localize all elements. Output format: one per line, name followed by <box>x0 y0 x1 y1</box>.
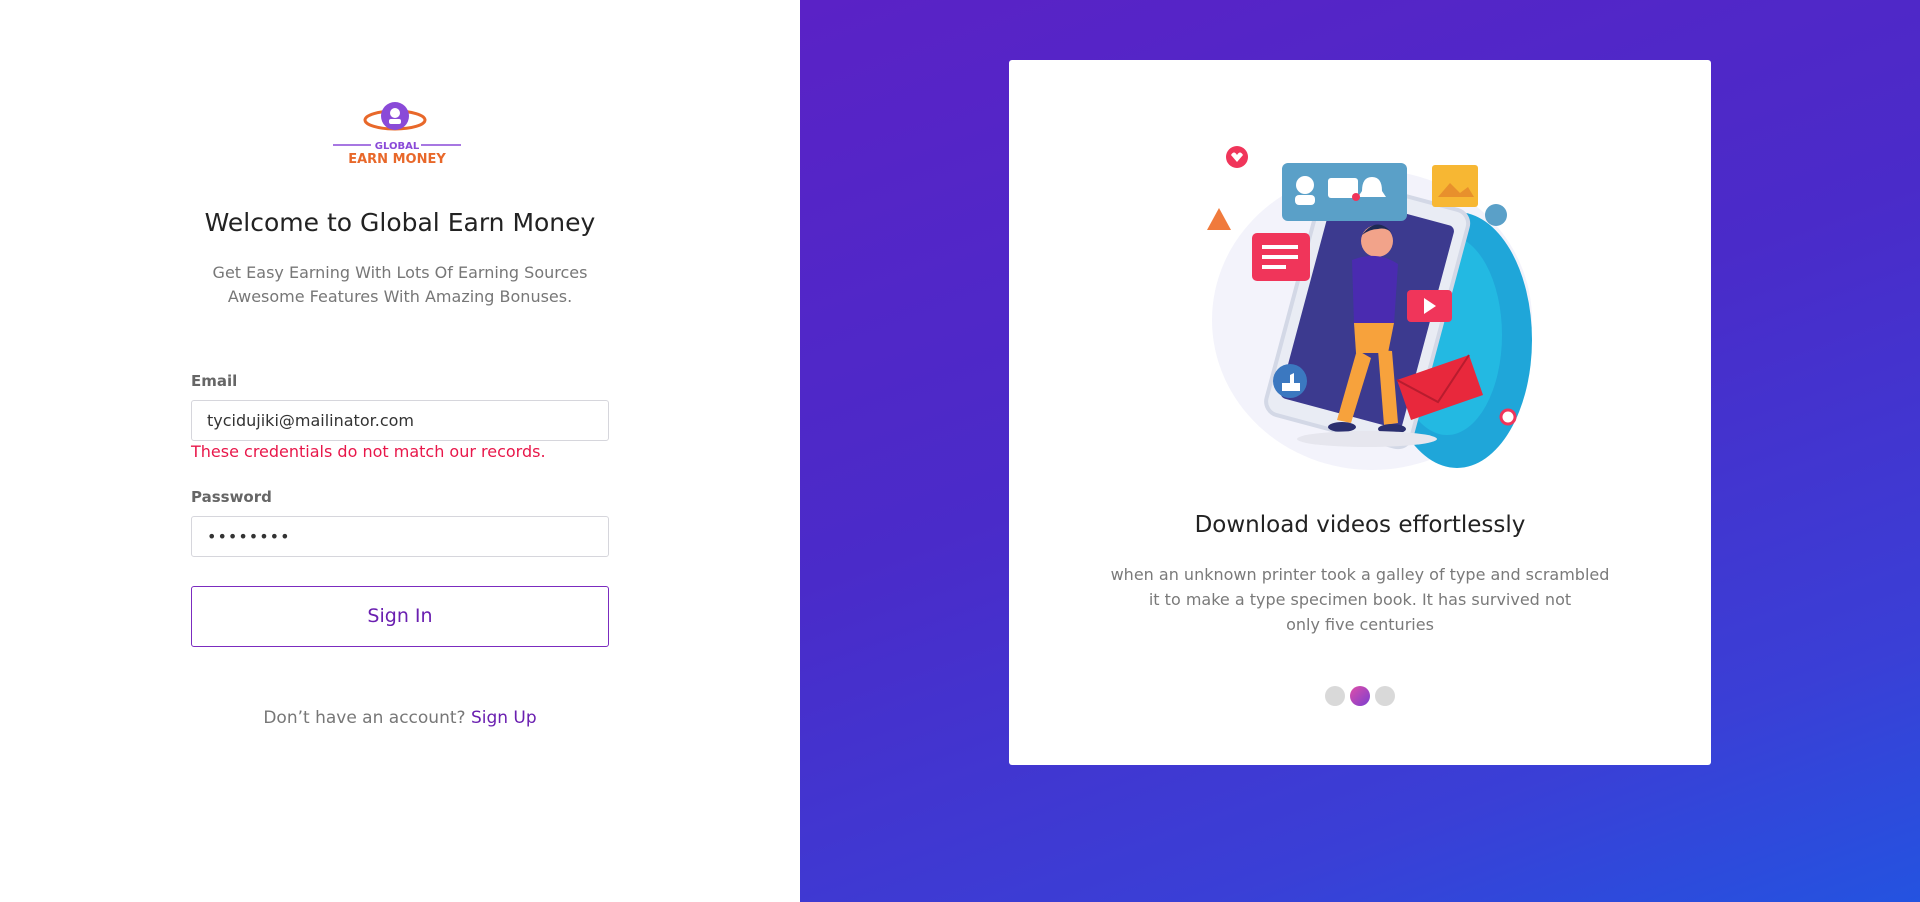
carousel-dot-1[interactable] <box>1325 686 1345 706</box>
welcome-subtitle: Get Easy Earning With Lots Of Earning So… <box>0 261 800 309</box>
slide-text-line-2: it to make a type specimen book. It has … <box>1148 590 1572 609</box>
login-error-message: These credentials do not match our recor… <box>191 442 546 461</box>
signup-prompt-text: Don’t have an account? <box>263 708 466 728</box>
email-field[interactable]: tycidujiki@mailinator.com <box>191 400 609 441</box>
slide-title: Download videos effortlessly <box>1194 512 1526 538</box>
slide-description: when an unknown printer took a galley of… <box>1099 562 1621 637</box>
feature-slide-card: Download videos effortlessly when an unk… <box>1009 60 1711 765</box>
logo-top-text: GLOBAL <box>375 141 420 152</box>
signup-prompt: Don’t have an account? Sign Up <box>0 708 800 728</box>
subtitle-line-2: Awesome Features With Amazing Bonuses. <box>227 287 573 306</box>
page-title: Welcome to Global Earn Money <box>204 208 596 237</box>
sign-up-link[interactable]: Sign Up <box>471 708 537 728</box>
slide-text-line-1: when an unknown printer took a galley of… <box>1110 565 1610 584</box>
password-field[interactable]: •••••••• <box>191 516 609 557</box>
email-label: Email <box>191 372 238 390</box>
social-media-illustration <box>1207 146 1532 470</box>
carousel-dot-3[interactable] <box>1375 686 1395 706</box>
login-panel: GLOBAL EARN MONEY Welcome to Global Earn… <box>0 0 800 902</box>
sign-in-button[interactable]: Sign In <box>191 586 609 647</box>
subtitle-line-1: Get Easy Earning With Lots Of Earning So… <box>212 263 588 282</box>
global-earn-money-logo: GLOBAL EARN MONEY <box>333 102 461 167</box>
password-label: Password <box>191 488 272 506</box>
carousel-dot-2[interactable] <box>1350 686 1370 706</box>
carousel-dots <box>1325 686 1395 708</box>
slide-text-line-3: only five centuries <box>1286 615 1434 634</box>
logo-bottom-text: EARN MONEY <box>348 152 446 167</box>
